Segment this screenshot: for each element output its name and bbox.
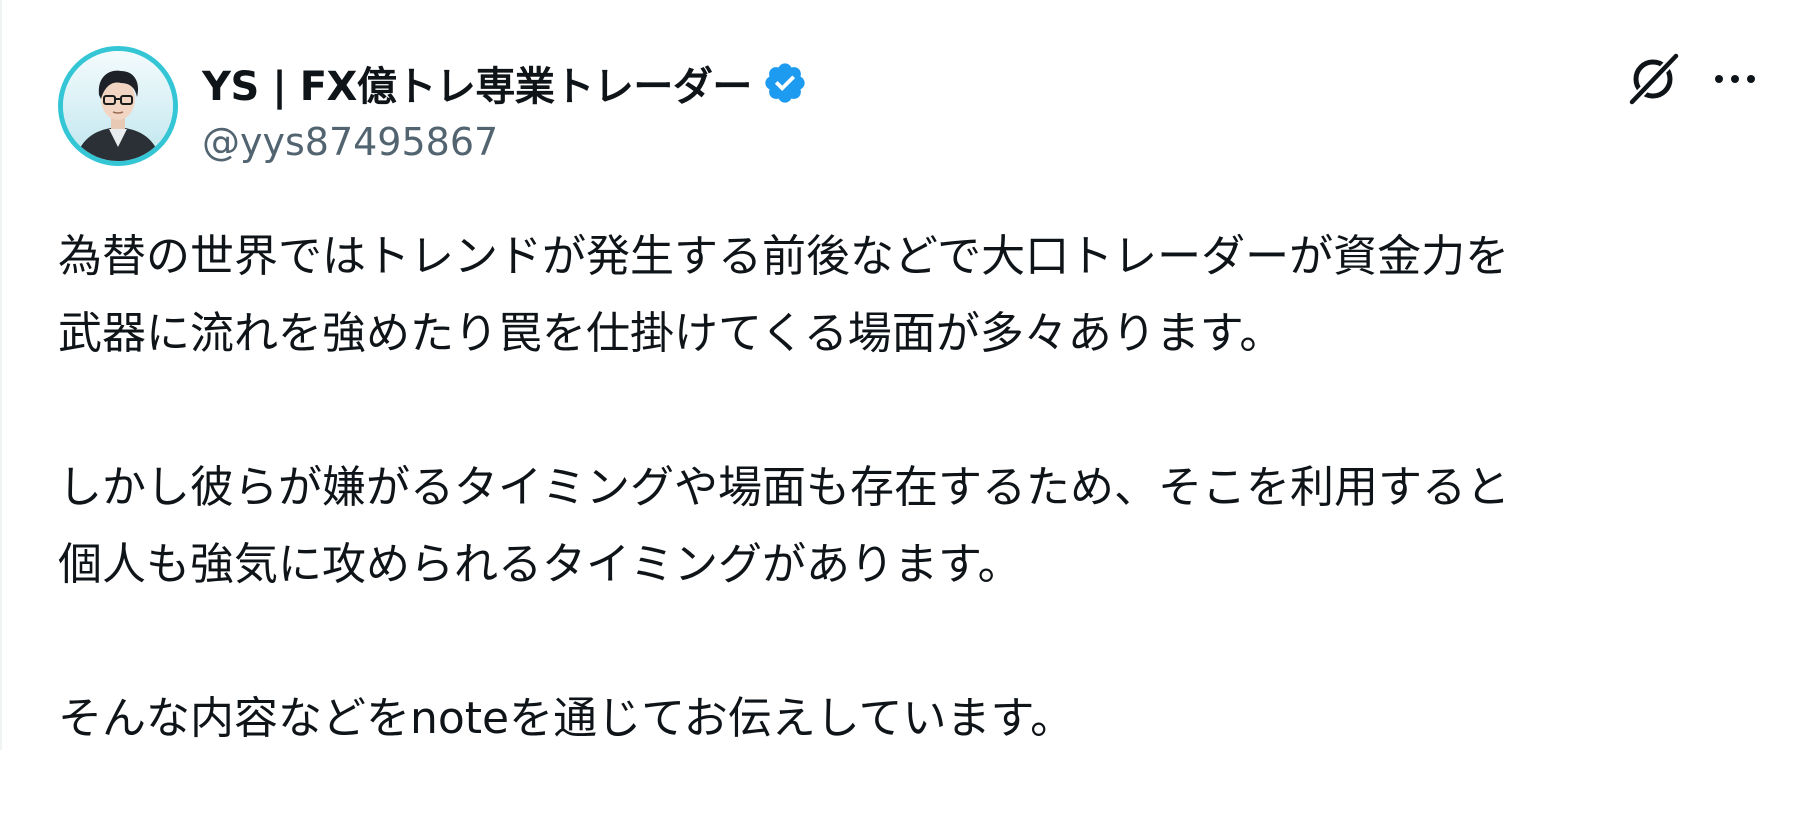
post-paragraph: そんな内容などをnoteを通じてお伝えしています。 [58,680,1758,757]
post-line: しかし彼らが嫌がるタイミングや場面も存在するため、そこを利用すると [58,462,1510,513]
post-line: 武器に流れを強めたり罠を仕掛けてくる場面が多々あります。 [58,308,1284,359]
grok-button[interactable] [1622,48,1684,110]
author-handle[interactable]: @yys87495867 [202,114,498,170]
author-name[interactable]: YS | FX億トレ専業トレーダー [202,52,808,114]
author-display-name[interactable]: YS | FX億トレ専業トレーダー [202,54,752,112]
post-line: そんな内容などをnoteを通じてお伝えしています。 [58,693,1075,744]
grok-icon [1627,51,1681,107]
post-card: YS | FX億トレ専業トレーダー @yys87495867 為替の世界ではトレ… [0,0,1800,750]
post-paragraph: 為替の世界ではトレンドが発生する前後などで大口トレーダーが資金力を 武器に流れを… [58,218,1758,372]
verified-badge-icon[interactable] [762,60,808,106]
avatar-illustration-icon [63,51,173,161]
post-line: 為替の世界ではトレンドが発生する前後などで大口トレーダーが資金力を [58,231,1510,282]
more-icon [1715,75,1755,83]
post-paragraph: しかし彼らが嫌がるタイミングや場面も存在するため、そこを利用すると 個人も強気に… [58,449,1758,603]
post-body: 為替の世界ではトレンドが発生する前後などで大口トレーダーが資金力を 武器に流れを… [58,218,1758,834]
post-line: 個人も強気に攻められるタイミングがあります。 [58,539,1022,590]
avatar[interactable] [58,46,178,166]
more-options-button[interactable] [1704,48,1766,110]
